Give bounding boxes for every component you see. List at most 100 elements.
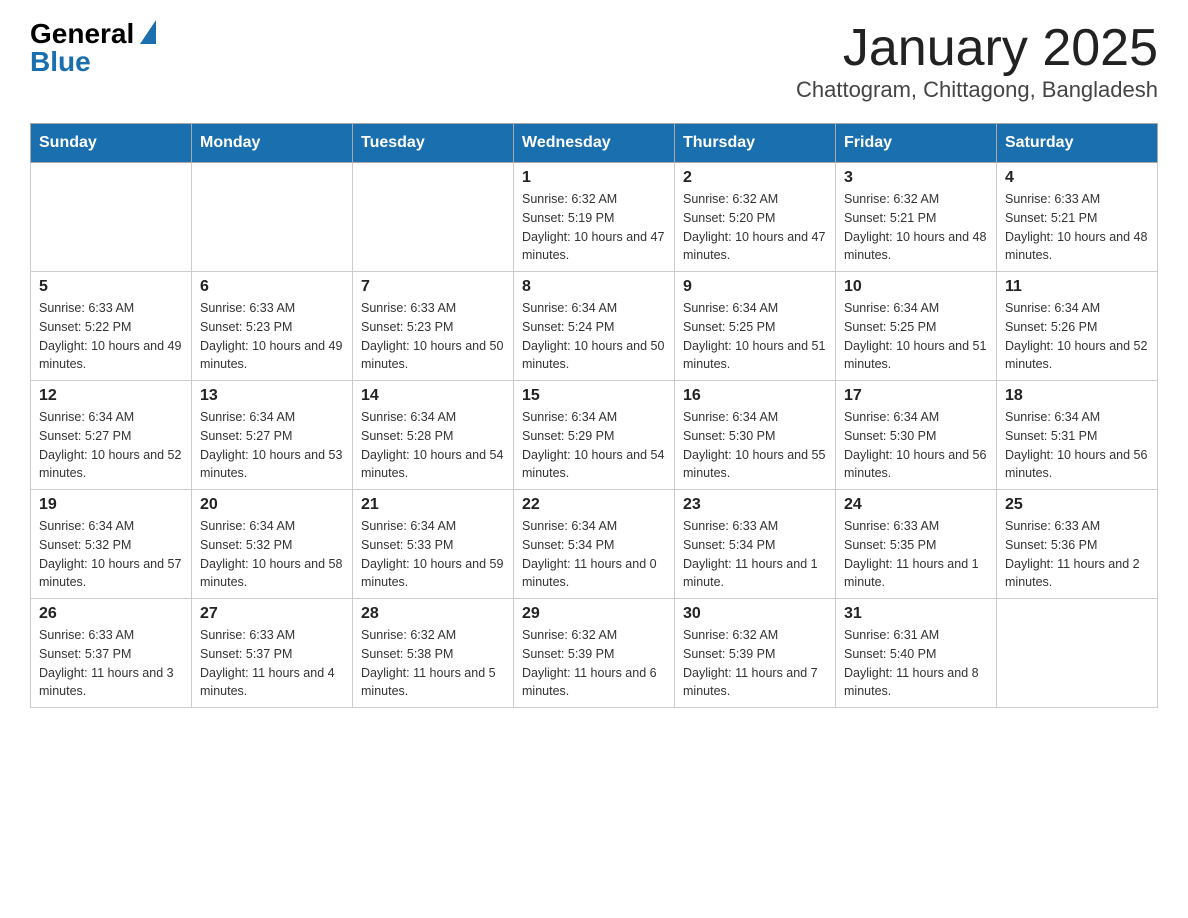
calendar-week-row: 19 Sunrise: 6:34 AM Sunset: 5:32 PM Dayli…: [31, 490, 1158, 599]
day-info: Sunrise: 6:34 AM Sunset: 5:34 PM Dayligh…: [522, 517, 666, 592]
day-number: 20: [200, 496, 344, 514]
calendar-cell: 29Sunrise: 6:32 AM Sunset: 5:39 PM Dayli…: [514, 599, 675, 708]
calendar-cell: 15 Sunrise: 6:34 AM Sunset: 5:29 PM Dayli…: [514, 381, 675, 490]
day-number: 26: [39, 605, 183, 623]
day-number: 3: [844, 169, 988, 187]
day-number: 16: [683, 387, 827, 405]
calendar-cell: 16 Sunrise: 6:34 AM Sunset: 5:30 PM Dayli…: [675, 381, 836, 490]
calendar-cell: 11Sunrise: 6:34 AM Sunset: 5:26 PM Dayli…: [997, 272, 1158, 381]
day-number: 28: [361, 605, 505, 623]
day-info: Sunrise: 6:32 AM Sunset: 5:20 PM Dayligh…: [683, 190, 827, 265]
calendar-header-row: SundayMondayTuesdayWednesdayThursdayFrid…: [31, 124, 1158, 163]
day-number: 8: [522, 278, 666, 296]
calendar-day-header: Wednesday: [514, 124, 675, 163]
day-number: 6: [200, 278, 344, 296]
day-number: 31: [844, 605, 988, 623]
day-info: Sunrise: 6:33 AM Sunset: 5:22 PM Dayligh…: [39, 299, 183, 374]
calendar-cell: 23 Sunrise: 6:33 AM Sunset: 5:34 PM Dayli…: [675, 490, 836, 599]
calendar-day-header: Thursday: [675, 124, 836, 163]
day-number: 21: [361, 496, 505, 514]
calendar-cell: 31 Sunrise: 6:31 AM Sunset: 5:40 PM Dayli…: [836, 599, 997, 708]
calendar-cell: 19Sunrise: 6:34 AM Sunset: 5:32 PM Dayli…: [31, 490, 192, 599]
day-number: 13: [200, 387, 344, 405]
calendar-week-row: 5 Sunrise: 6:33 AM Sunset: 5:22 PM Daylig…: [31, 272, 1158, 381]
day-number: 7: [361, 278, 505, 296]
day-info: Sunrise: 6:33 AM Sunset: 5:37 PM Dayligh…: [200, 626, 344, 701]
day-number: 22: [522, 496, 666, 514]
day-number: 10: [844, 278, 988, 296]
calendar-day-header: Tuesday: [353, 124, 514, 163]
logo-blue-text: Blue: [30, 48, 91, 76]
calendar-cell: 12Sunrise: 6:34 AM Sunset: 5:27 PM Dayli…: [31, 381, 192, 490]
day-number: 9: [683, 278, 827, 296]
day-info: Sunrise: 6:34 AM Sunset: 5:30 PM Dayligh…: [844, 408, 988, 483]
day-info: Sunrise: 6:34 AM Sunset: 5:30 PM Dayligh…: [683, 408, 827, 483]
day-number: 5: [39, 278, 183, 296]
day-info: Sunrise: 6:34 AM Sunset: 5:32 PM Dayligh…: [200, 517, 344, 592]
day-number: 1: [522, 169, 666, 187]
calendar-cell: 25Sunrise: 6:33 AM Sunset: 5:36 PM Dayli…: [997, 490, 1158, 599]
calendar-cell: [192, 163, 353, 272]
day-info: Sunrise: 6:32 AM Sunset: 5:21 PM Dayligh…: [844, 190, 988, 265]
day-number: 27: [200, 605, 344, 623]
calendar-cell: [31, 163, 192, 272]
calendar-cell: 7 Sunrise: 6:33 AM Sunset: 5:23 PM Daylig…: [353, 272, 514, 381]
day-info: Sunrise: 6:34 AM Sunset: 5:26 PM Dayligh…: [1005, 299, 1149, 374]
calendar-cell: 8Sunrise: 6:34 AM Sunset: 5:24 PM Daylig…: [514, 272, 675, 381]
day-info: Sunrise: 6:34 AM Sunset: 5:28 PM Dayligh…: [361, 408, 505, 483]
calendar-cell: 28 Sunrise: 6:32 AM Sunset: 5:38 PM Dayli…: [353, 599, 514, 708]
day-info: Sunrise: 6:31 AM Sunset: 5:40 PM Dayligh…: [844, 626, 988, 701]
calendar-cell: 20 Sunrise: 6:34 AM Sunset: 5:32 PM Dayli…: [192, 490, 353, 599]
title-block: January 2025 Chattogram, Chittagong, Ban…: [796, 20, 1158, 103]
calendar-cell: [353, 163, 514, 272]
calendar-cell: 6 Sunrise: 6:33 AM Sunset: 5:23 PM Daylig…: [192, 272, 353, 381]
day-number: 18: [1005, 387, 1149, 405]
day-info: Sunrise: 6:34 AM Sunset: 5:31 PM Dayligh…: [1005, 408, 1149, 483]
day-info: Sunrise: 6:32 AM Sunset: 5:38 PM Dayligh…: [361, 626, 505, 701]
page-subtitle: Chattogram, Chittagong, Bangladesh: [796, 77, 1158, 103]
day-number: 30: [683, 605, 827, 623]
calendar-cell: 27 Sunrise: 6:33 AM Sunset: 5:37 PM Dayli…: [192, 599, 353, 708]
day-info: Sunrise: 6:34 AM Sunset: 5:29 PM Dayligh…: [522, 408, 666, 483]
day-info: Sunrise: 6:33 AM Sunset: 5:34 PM Dayligh…: [683, 517, 827, 592]
day-info: Sunrise: 6:33 AM Sunset: 5:23 PM Dayligh…: [200, 299, 344, 374]
calendar-week-row: 12 Sunrise: 6:34 AM Sunset: 5:27 PM Dayli…: [31, 381, 1158, 490]
day-info: Sunrise: 6:33 AM Sunset: 5:37 PM Dayligh…: [39, 626, 183, 701]
day-number: 25: [1005, 496, 1149, 514]
calendar-cell: 3 Sunrise: 6:32 AM Sunset: 5:21 PM Daylig…: [836, 163, 997, 272]
day-info: Sunrise: 6:33 AM Sunset: 5:23 PM Dayligh…: [361, 299, 505, 374]
calendar-day-header: Friday: [836, 124, 997, 163]
day-info: Sunrise: 6:32 AM Sunset: 5:39 PM Dayligh…: [683, 626, 827, 701]
day-info: Sunrise: 6:33 AM Sunset: 5:21 PM Dayligh…: [1005, 190, 1149, 265]
calendar-table: SundayMondayTuesdayWednesdayThursdayFrid…: [30, 123, 1158, 708]
day-info: Sunrise: 6:34 AM Sunset: 5:27 PM Dayligh…: [200, 408, 344, 483]
day-number: 24: [844, 496, 988, 514]
calendar-cell: 1 Sunrise: 6:32 AM Sunset: 5:19 PM Daylig…: [514, 163, 675, 272]
calendar-day-header: Monday: [192, 124, 353, 163]
calendar-cell: 14Sunrise: 6:34 AM Sunset: 5:28 PM Dayli…: [353, 381, 514, 490]
calendar-week-row: 1 Sunrise: 6:32 AM Sunset: 5:19 PM Daylig…: [31, 163, 1158, 272]
day-number: 12: [39, 387, 183, 405]
calendar-cell: 22 Sunrise: 6:34 AM Sunset: 5:34 PM Dayli…: [514, 490, 675, 599]
calendar-cell: 5 Sunrise: 6:33 AM Sunset: 5:22 PM Daylig…: [31, 272, 192, 381]
day-number: 17: [844, 387, 988, 405]
page-header: General Blue January 2025 Chattogram, Ch…: [30, 20, 1158, 103]
logo-general-text: General: [30, 20, 134, 48]
day-number: 19: [39, 496, 183, 514]
calendar-cell: 26 Sunrise: 6:33 AM Sunset: 5:37 PM Dayli…: [31, 599, 192, 708]
calendar-cell: 24Sunrise: 6:33 AM Sunset: 5:35 PM Dayli…: [836, 490, 997, 599]
calendar-cell: 13 Sunrise: 6:34 AM Sunset: 5:27 PM Dayli…: [192, 381, 353, 490]
page-title: January 2025: [796, 20, 1158, 77]
day-number: 4: [1005, 169, 1149, 187]
day-number: 15: [522, 387, 666, 405]
calendar-cell: 10 Sunrise: 6:34 AM Sunset: 5:25 PM Dayli…: [836, 272, 997, 381]
day-number: 2: [683, 169, 827, 187]
calendar-cell: 17 Sunrise: 6:34 AM Sunset: 5:30 PM Dayli…: [836, 381, 997, 490]
day-info: Sunrise: 6:34 AM Sunset: 5:25 PM Dayligh…: [844, 299, 988, 374]
day-number: 29: [522, 605, 666, 623]
calendar-cell: [997, 599, 1158, 708]
day-info: Sunrise: 6:32 AM Sunset: 5:19 PM Dayligh…: [522, 190, 666, 265]
calendar-day-header: Saturday: [997, 124, 1158, 163]
day-number: 23: [683, 496, 827, 514]
day-info: Sunrise: 6:34 AM Sunset: 5:33 PM Dayligh…: [361, 517, 505, 592]
